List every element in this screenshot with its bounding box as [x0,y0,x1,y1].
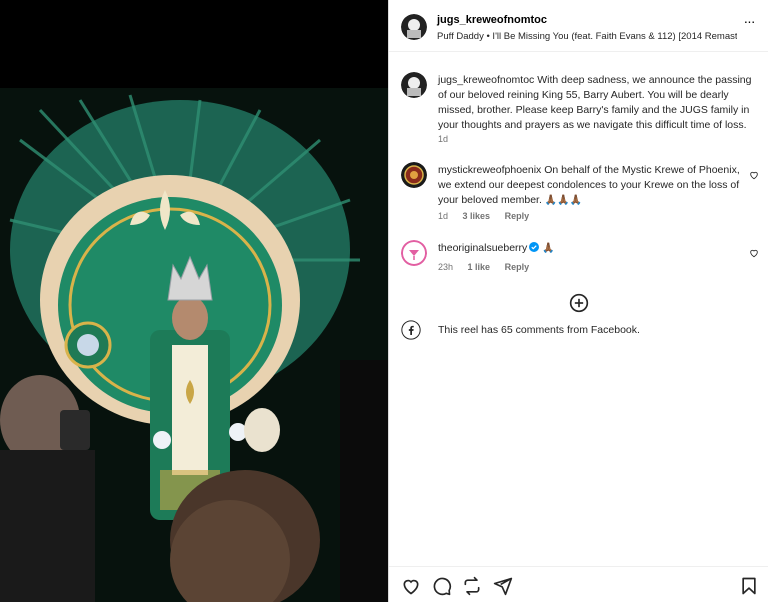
comment-likes[interactable]: 1 like [468,262,491,272]
comment-emoji: 🙏🏾 [542,243,555,254]
audio-attribution[interactable]: Puff Daddy • I'll Be Missing You (feat. … [437,31,737,42]
reel-video-frame [0,0,388,602]
bookmark-icon[interactable] [739,576,759,596]
more-options-icon[interactable]: ··· [741,14,757,30]
facebook-comments-text: This reel has 65 comments from Facebook. [438,324,640,336]
caption-username[interactable]: jugs_kreweofnomtoc [438,74,534,86]
commenter-avatar[interactable] [401,162,427,188]
send-icon[interactable] [493,576,513,596]
comment-text-block: theoriginalsueberry 🙏🏾 [438,241,756,256]
reel-media[interactable] [0,0,388,602]
comment-username[interactable]: mystickreweofphoenix [438,164,541,176]
action-bar [389,566,768,602]
plus-circle-icon[interactable] [569,293,589,313]
comment-likes[interactable]: 3 likes [463,211,491,221]
heart-icon[interactable] [749,248,759,258]
caption-meta: 1d [438,134,460,144]
comment-time[interactable]: 23h [438,262,453,272]
author-avatar[interactable] [401,14,427,40]
heart-icon[interactable] [749,170,759,180]
reply-button[interactable]: Reply [505,211,530,221]
comment-icon[interactable] [432,576,452,596]
author-username[interactable]: jugs_kreweofnomtoc [437,14,547,26]
comment-text-block: mystickreweofphoenix On behalf of the My… [438,163,756,208]
facebook-comments-note[interactable]: This reel has 65 comments from Facebook. [401,320,761,340]
facebook-icon [401,320,421,340]
verified-badge-icon [529,242,540,252]
post-details-panel: jugs_kreweofnomtoc Puff Daddy • I'll Be … [388,0,768,602]
comment-time[interactable]: 1d [438,211,448,221]
caption-text-block: jugs_kreweofnomtoc With deep sadness, we… [438,73,756,133]
caption-time[interactable]: 1d [438,134,448,144]
repost-icon[interactable] [462,576,482,596]
comment-meta: 23h 1 like Reply [438,262,541,272]
caption-author-avatar[interactable] [401,72,427,98]
heart-icon[interactable] [401,576,421,596]
reply-button[interactable]: Reply [505,262,530,272]
commenter-avatar[interactable] [401,240,427,266]
comment-meta: 1d 3 likes Reply [438,211,541,221]
comment-emoji: 🙏🏾🙏🏾🙏🏾 [544,195,583,206]
post-header: jugs_kreweofnomtoc Puff Daddy • I'll Be … [389,0,768,52]
comment-username[interactable]: theoriginalsueberry [438,242,527,254]
